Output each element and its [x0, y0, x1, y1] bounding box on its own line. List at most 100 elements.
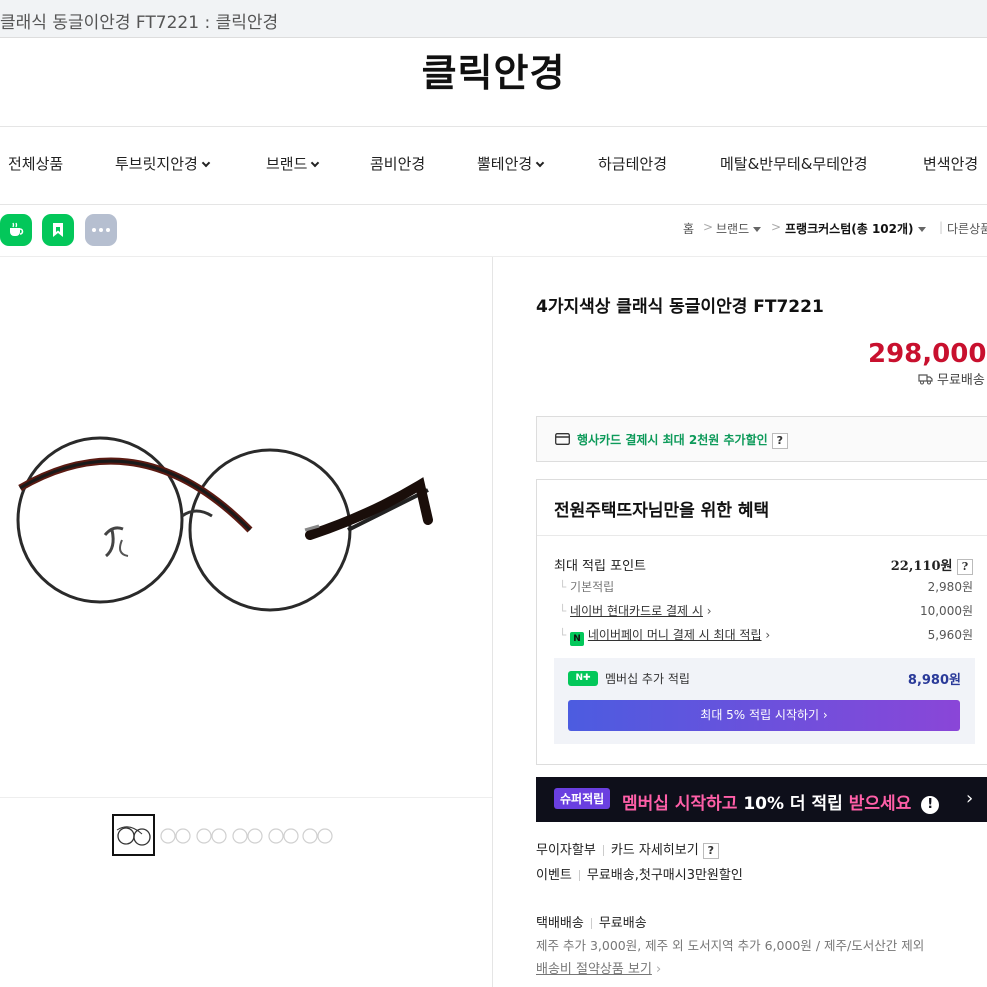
naverpay-icon: N — [570, 632, 585, 646]
super-points-banner[interactable]: 슈퍼적립 멤버십 시작하고 10% 더 적립 받으세요 ! › — [536, 777, 987, 822]
card-detail-help-button[interactable]: ? — [702, 843, 719, 859]
chevron-down-icon — [201, 158, 211, 168]
chevron-down-icon — [311, 158, 320, 168]
banner-text-bold: 10% 더 적립 — [743, 794, 843, 814]
chevron-right-icon: › — [966, 788, 974, 809]
breadcrumb-brand-label: 브랜드 — [716, 222, 750, 236]
installment-label: 무이자할부 — [536, 843, 596, 858]
card-promo-text: 행사카드 결제시 최대 2천원 추가할인 — [577, 433, 768, 447]
nav-item-combi[interactable]: 콤비안경 — [370, 153, 425, 174]
super-points-text: 멤버십 시작하고 10% 더 적립 받으세요 ! — [622, 789, 940, 814]
super-points-badge: 슈퍼적립 — [554, 788, 611, 809]
nav-item-horn-rim[interactable]: 뿔테안경 — [477, 153, 545, 174]
event-text: 무료배송,첫구매시3만원할인 — [586, 868, 743, 883]
breadcrumb-category[interactable]: 프랭크커스텀(총 102개) — [785, 220, 926, 237]
banner-text-suffix: 받으세요 — [842, 794, 912, 814]
membership-value: 8,980원 — [907, 673, 961, 688]
breadcrumb-separator: | — [939, 220, 944, 234]
benefit-row-value: 2,980원 — [927, 580, 973, 594]
shipping-summary-label: 무료배송 — [937, 373, 985, 388]
max-points-value: 22,110원 ? — [891, 555, 973, 575]
nav-item-brand[interactable]: 브랜드 — [266, 153, 320, 174]
divider — [0, 797, 492, 798]
event-label: 이벤트 — [536, 868, 572, 883]
benefit-row-label: 네이버 현대카드로 결제 시 — [570, 604, 703, 618]
shipping-saving-link[interactable]: 배송비 절약상품 보기 › — [536, 958, 661, 977]
membership-start-label: 최대 5% 적립 시작하기 — [700, 708, 820, 722]
thumbnail-strip[interactable] — [156, 822, 336, 848]
thumbnail-image — [116, 826, 151, 846]
breadcrumb-separator: > — [703, 220, 714, 234]
caret-down-icon — [917, 227, 926, 232]
talk-share-button[interactable] — [0, 214, 32, 246]
benefit-row-naverpay-money[interactable]: └ N 네이버페이 머니 결제 시 최대 적립 › — [559, 626, 770, 646]
bookmark-button[interactable] — [42, 214, 74, 246]
product-image[interactable] — [10, 420, 440, 620]
benefit-row-label: 기본적립 — [570, 580, 615, 594]
nav-item-half-rim[interactable]: 하금테안경 — [598, 153, 667, 174]
benefit-row-label: 네이버페이 머니 결제 시 최대 적립 — [587, 628, 762, 642]
divider — [537, 535, 987, 536]
caret-down-icon — [753, 227, 762, 232]
delivery-fee: 무료배송 — [598, 916, 647, 931]
benefit-row-basic: └ 기본적립 — [559, 580, 615, 594]
event-row: 이벤트 무료배송,첫구매시3만원할인 — [536, 864, 743, 883]
page-root: 클래식 동글이안경 FT7221 : 클릭안경 클릭안경 전체상품 투브릿지안경… — [0, 0, 987, 987]
breadcrumb-category-label: 프랭크커스텀(총 102개) — [785, 222, 914, 236]
card-promo-help-button[interactable]: ? — [771, 433, 788, 449]
shipping-saving-label: 배송비 절약상품 보기 — [536, 962, 652, 977]
nav-item-all[interactable]: 전체상품 — [8, 153, 63, 174]
benefit-title: 전원주택뜨자님만을 위한 혜택 — [554, 501, 770, 521]
delivery-method: 택배배송 — [536, 916, 584, 931]
credit-card-icon — [555, 433, 570, 445]
exclamation-icon: ! — [921, 796, 940, 814]
card-detail-link[interactable]: 카드 자세히보기 — [611, 843, 699, 858]
nav-label: 브랜드 — [266, 155, 308, 173]
benefit-row-value: 10,000원 — [919, 604, 973, 618]
breadcrumb-other-products[interactable]: 다른상품 — [947, 220, 987, 237]
benefit-box: 전원주택뜨자님만을 위한 혜택 최대 적립 포인트 22,110원 ? └ 기본… — [536, 479, 987, 765]
nav-item-metal[interactable]: 메탈&반무테&무테안경 — [720, 153, 868, 174]
nav-label: 뿔테안경 — [477, 155, 533, 173]
membership-label: 멤버십 추가 적립 — [605, 672, 690, 686]
card-promo-box: 행사카드 결제시 최대 2천원 추가할인 ? — [536, 416, 987, 462]
max-points-label: 최대 적립 포인트 — [554, 559, 646, 574]
talk-icon — [10, 222, 24, 236]
divider — [492, 257, 493, 987]
nav-label: 전체상품 — [8, 155, 64, 173]
nav-item-photochromic[interactable]: 변색안경 — [923, 153, 978, 174]
nav-item-two-bridge[interactable]: 투브릿지안경 — [115, 153, 211, 174]
nav-label: 하금테안경 — [598, 155, 668, 173]
divider — [0, 204, 987, 205]
more-icon — [92, 228, 110, 232]
max-points-help-button[interactable]: ? — [957, 559, 973, 575]
window-title: 클래식 동글이안경 FT7221 : 클릭안경 — [0, 13, 279, 33]
thumbnail-selected[interactable] — [112, 814, 155, 856]
naver-plus-icon: N✚ — [568, 671, 598, 686]
max-points-amount: 22,110원 — [890, 559, 953, 574]
membership-box: N✚ 멤버십 추가 적립 8,980원 최대 5% 적립 시작하기 › — [554, 658, 975, 744]
truck-icon — [918, 374, 933, 385]
membership-start-button[interactable]: 최대 5% 적립 시작하기 › — [568, 700, 960, 731]
nav-label: 콤비안경 — [370, 155, 426, 173]
nav-label: 투브릿지안경 — [115, 155, 198, 173]
divider — [0, 126, 987, 127]
banner-text-prefix: 멤버십 시작하고 — [622, 794, 744, 814]
benefit-row-value: 5,960원 — [927, 628, 973, 642]
installment-row: 무이자할부 카드 자세히보기 ? — [536, 839, 719, 859]
breadcrumb-brand[interactable]: 브랜드 — [716, 220, 762, 237]
shipping-summary: 무료배송 — [918, 369, 985, 388]
bookmark-icon — [53, 223, 63, 237]
divider — [0, 256, 987, 257]
product-price: 298,000원 — [868, 339, 987, 369]
product-name: 4가지색상 클래식 동글이안경 FT7221 — [536, 297, 824, 317]
chevron-down-icon — [535, 158, 545, 168]
more-button[interactable] — [85, 214, 117, 246]
breadcrumb-separator: > — [771, 220, 782, 234]
delivery-row: 택배배송 무료배송 — [536, 912, 647, 931]
store-logo[interactable]: 클릭안경 — [0, 42, 987, 97]
delivery-extra: 제주 추가 3,000원, 제주 외 도서지역 추가 6,000원 / 제주/도… — [536, 938, 925, 953]
window-title-bar: 클래식 동글이안경 FT7221 : 클릭안경 — [0, 0, 987, 38]
breadcrumb-home[interactable]: 홈 — [683, 220, 694, 237]
benefit-row-hyundai-card[interactable]: └ 네이버 현대카드로 결제 시 › — [559, 602, 712, 619]
